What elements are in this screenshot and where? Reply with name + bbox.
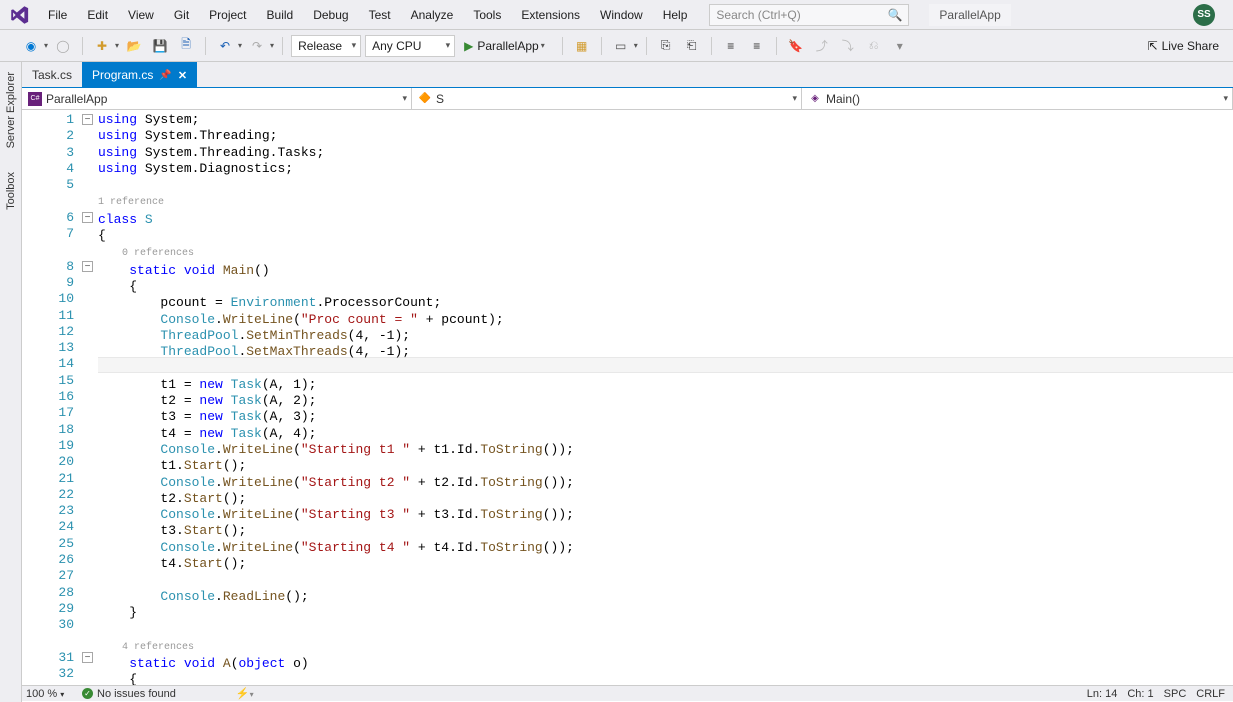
menu-bar: FileEditViewGitProjectBuildDebugTestAnal… [0, 0, 1233, 30]
save-icon[interactable]: 💾 [149, 35, 171, 57]
tool-icon-6[interactable]: ⤵ [837, 35, 859, 57]
method-selector[interactable]: ◈ Main() [802, 88, 1233, 109]
toolbar-overflow-icon[interactable]: ▾ [889, 35, 911, 57]
menu-help[interactable]: Help [653, 4, 698, 26]
menu-analyze[interactable]: Analyze [401, 4, 464, 26]
standard-toolbar: ◉▾ ◯ ✚▾ 📂 💾 🗎 ↶▾ ↷▾ Release Any CPU ▶ Pa… [0, 30, 1233, 62]
code-navigation-bar: C# ParallelApp 🔶 S ◈ Main() [22, 88, 1233, 110]
search-placeholder: Search (Ctrl+Q) [716, 8, 800, 22]
user-avatar[interactable]: SS [1193, 4, 1215, 26]
fold-column: − − − − [82, 110, 96, 687]
fold-toggle[interactable]: − [82, 652, 93, 663]
play-icon: ▶ [464, 39, 473, 53]
build-indicator-icon[interactable]: ⚡▾ [236, 687, 254, 700]
bookmark-icon[interactable]: 🔖 [785, 35, 807, 57]
solution-platform-dropdown[interactable]: Any CPU [365, 35, 455, 57]
new-project-icon[interactable]: ✚ [91, 35, 113, 57]
toolbox-tab[interactable]: Toolbox [3, 168, 19, 214]
issues-indicator[interactable]: ✓ No issues found [74, 688, 176, 700]
indent-icon[interactable]: ≡ [746, 35, 768, 57]
fold-toggle[interactable]: − [82, 212, 93, 223]
tool-icon-4[interactable]: ⎗ [681, 35, 703, 57]
tool-icon-7[interactable]: ⎌ [863, 35, 885, 57]
outdent-icon[interactable]: ≡ [720, 35, 742, 57]
line-number-gutter: 1234567891011121314151617181920212223242… [22, 110, 82, 687]
document-tabs: Task.cs Program.cs 📌 ✕ [22, 62, 1233, 88]
nav-forward-button[interactable]: ◯ [52, 35, 74, 57]
tool-icon-5[interactable]: ⤴ [811, 35, 833, 57]
pin-icon[interactable]: 📌 [159, 70, 171, 81]
ok-check-icon: ✓ [82, 688, 93, 699]
line-ending[interactable]: CRLF [1196, 688, 1225, 700]
menu-tools[interactable]: Tools [463, 4, 511, 26]
visual-studio-logo-icon [6, 5, 34, 25]
open-file-icon[interactable]: 📂 [123, 35, 145, 57]
live-share-icon: ⇱ [1148, 39, 1158, 53]
tab-task-cs[interactable]: Task.cs [22, 62, 82, 87]
nav-back-button[interactable]: ◉ [20, 35, 42, 57]
menu-debug[interactable]: Debug [303, 4, 358, 26]
cursor-char: Ch: 1 [1127, 688, 1153, 700]
search-icon: 🔍 [887, 8, 902, 22]
menu-file[interactable]: File [38, 4, 77, 26]
tool-icon-3[interactable]: ⎘ [655, 35, 677, 57]
cursor-line: Ln: 14 [1087, 688, 1118, 700]
zoom-level[interactable]: 100 % ▾ [22, 688, 74, 700]
undo-icon[interactable]: ↶ [214, 35, 236, 57]
left-side-panel: Server Explorer Toolbox [0, 62, 22, 702]
start-debug-button[interactable]: ▶ ParallelApp ▾ [459, 35, 554, 57]
tool-icon-1[interactable]: ▦ [571, 35, 593, 57]
redo-icon[interactable]: ↷ [246, 35, 268, 57]
tool-icon-2[interactable]: ▭ [610, 35, 632, 57]
class-selector[interactable]: 🔶 S [412, 88, 802, 109]
fold-toggle[interactable]: − [82, 261, 93, 272]
save-all-icon[interactable]: 🗎 [175, 35, 197, 57]
project-selector[interactable]: C# ParallelApp [22, 88, 412, 109]
close-tab-icon[interactable]: ✕ [178, 69, 187, 82]
code-editor[interactable]: 1234567891011121314151617181920212223242… [22, 110, 1233, 687]
server-explorer-tab[interactable]: Server Explorer [3, 68, 19, 152]
indent-mode[interactable]: SPC [1164, 688, 1187, 700]
menu-view[interactable]: View [118, 4, 164, 26]
code-content[interactable]: using System; using System.Threading; us… [98, 110, 1233, 687]
menu-edit[interactable]: Edit [77, 4, 118, 26]
live-share-button[interactable]: ⇱ Live Share [1148, 39, 1219, 53]
class-icon: 🔶 [418, 92, 432, 106]
menu-project[interactable]: Project [199, 4, 256, 26]
solution-config-dropdown[interactable]: Release [291, 35, 361, 57]
menu-build[interactable]: Build [257, 4, 304, 26]
menu-extensions[interactable]: Extensions [511, 4, 590, 26]
solution-name[interactable]: ParallelApp [929, 4, 1010, 26]
editor-status-bar: 100 % ▾ ✓ No issues found ⚡▾ Ln: 14 Ch: … [22, 685, 1233, 701]
tab-program-cs[interactable]: Program.cs 📌 ✕ [82, 62, 197, 87]
search-input[interactable]: Search (Ctrl+Q) 🔍 [709, 4, 909, 26]
menu-git[interactable]: Git [164, 4, 199, 26]
menu-window[interactable]: Window [590, 4, 653, 26]
fold-toggle[interactable]: − [82, 114, 93, 125]
menu-test[interactable]: Test [359, 4, 401, 26]
csharp-project-icon: C# [28, 92, 42, 106]
method-icon: ◈ [808, 92, 822, 106]
